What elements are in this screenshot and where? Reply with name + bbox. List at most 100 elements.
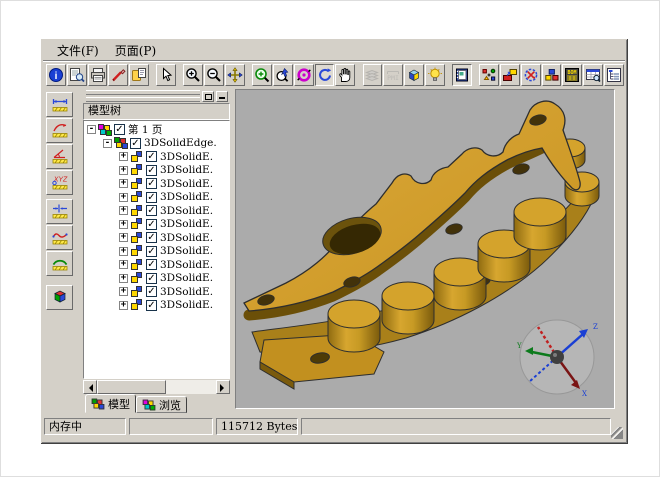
update-sync-button[interactable] (521, 64, 541, 86)
tree-row[interactable]: + ✓ 3DSolidE. (86, 258, 229, 272)
node-checkbox[interactable]: ✓ (114, 124, 125, 135)
svg-text:XYZ: XYZ (52, 177, 67, 184)
expand-toggle[interactable]: + (119, 274, 128, 283)
resize-grip[interactable] (611, 427, 623, 439)
node-checkbox[interactable]: ✓ (130, 138, 141, 149)
render-mode-button[interactable] (404, 64, 424, 86)
layers-button[interactable] (363, 64, 383, 86)
explode-view-button[interactable] (479, 64, 499, 86)
assembly-button[interactable] (542, 64, 562, 86)
3d-model-canvas[interactable]: Z X Y (236, 90, 614, 408)
tree-row[interactable]: - ✓ 第 1 页 (86, 123, 229, 137)
table-view-button[interactable] (583, 64, 603, 86)
notebook-button[interactable] (452, 64, 472, 86)
gizmo-z-label: Z (593, 323, 598, 331)
tree-row[interactable]: - ✓ 3DSolidEdge. (86, 137, 229, 151)
solid-properties-button[interactable] (46, 285, 73, 310)
node-checkbox[interactable]: ✓ (146, 232, 157, 243)
menu-page[interactable]: 页面(P) (107, 41, 164, 60)
tree-row[interactable]: + ✓ 3DSolidE. (86, 218, 229, 232)
info-button[interactable]: i (46, 64, 66, 86)
angle-dimension-button[interactable] (46, 144, 73, 169)
lighting-button[interactable] (425, 64, 445, 86)
toolbar-gap (46, 277, 74, 285)
zoom-window-button[interactable] (252, 64, 272, 86)
orbit-button[interactable] (294, 64, 314, 86)
scroll-right-button[interactable] (216, 380, 230, 394)
scroll-left-button[interactable] (83, 380, 97, 394)
tree-structure-button[interactable] (604, 64, 624, 86)
expand-toggle[interactable]: + (119, 301, 128, 310)
print-preview-button[interactable] (67, 64, 87, 86)
select-button[interactable] (156, 64, 176, 86)
tree-row[interactable]: + ✓ 3DSolidE. (86, 191, 229, 205)
distance-dimension-button[interactable] (46, 199, 73, 224)
node-checkbox[interactable]: ✓ (146, 178, 157, 189)
tree-row[interactable]: + ✓ 3DSolidE. (86, 231, 229, 245)
coordinate-dimension-button[interactable]: XYZ (46, 170, 73, 195)
part-node-icon (130, 205, 144, 217)
expand-toggle[interactable]: + (119, 193, 128, 202)
node-checkbox[interactable]: ✓ (146, 246, 157, 257)
bom-button[interactable]: BOM (562, 64, 582, 86)
expand-toggle[interactable]: + (119, 287, 128, 296)
model-tree[interactable]: - ✓ 第 1 页 - ✓ 3DSolidEdge. + ✓ 3DSolidE. (83, 120, 230, 379)
scrollbar-thumb[interactable] (97, 380, 166, 394)
panel-float-button[interactable] (202, 91, 214, 102)
expand-toggle[interactable]: + (119, 247, 128, 256)
panel-drag-grip[interactable] (86, 90, 200, 102)
node-checkbox[interactable]: ✓ (146, 273, 157, 284)
node-checkbox[interactable]: ✓ (146, 259, 157, 270)
markup-button[interactable] (108, 64, 128, 86)
node-label: 3DSolidE. (160, 205, 213, 217)
tab-browse[interactable]: 浏览 (136, 396, 187, 413)
expand-toggle[interactable]: - (87, 125, 96, 134)
tab-model[interactable]: 模型 (85, 394, 136, 413)
node-checkbox[interactable]: ✓ (146, 300, 157, 311)
expand-toggle[interactable]: + (119, 233, 128, 242)
expand-toggle[interactable]: + (119, 166, 128, 175)
radius-dimension-button[interactable] (46, 118, 73, 143)
linear-dimension-icon (51, 94, 69, 115)
tree-row[interactable]: + ✓ 3DSolidE. (86, 245, 229, 259)
panel-hide-button[interactable] (216, 91, 228, 102)
pmi-button[interactable]: PMI (383, 64, 403, 86)
expand-toggle[interactable]: + (119, 260, 128, 269)
expand-toggle[interactable]: - (103, 139, 112, 148)
pan-hand-button[interactable] (335, 64, 355, 86)
expand-toggle[interactable]: + (119, 179, 128, 188)
menu-file[interactable]: 文件(F) (49, 41, 107, 60)
zoom-in-button[interactable] (183, 64, 203, 86)
hand-icon (337, 67, 353, 83)
node-checkbox[interactable]: ✓ (146, 192, 157, 203)
print-button[interactable] (88, 64, 108, 86)
tree-row[interactable]: + ✓ 3DSolidE. (86, 285, 229, 299)
tree-row[interactable]: + ✓ 3DSolidE. (86, 177, 229, 191)
linear-dimension-button[interactable] (46, 92, 73, 117)
orientation-gizmo: Z X Y (516, 320, 598, 398)
tree-row[interactable]: + ✓ 3DSolidE. (86, 204, 229, 218)
node-checkbox[interactable]: ✓ (146, 205, 157, 216)
node-checkbox[interactable]: ✓ (146, 165, 157, 176)
curve-dimension-button[interactable] (46, 225, 73, 250)
export-pages-button[interactable] (129, 64, 149, 86)
zoom-dynamic-button[interactable] (273, 64, 293, 86)
tree-row[interactable]: + ✓ 3DSolidE. (86, 164, 229, 178)
node-label: 3DSolidEdge. (144, 137, 217, 149)
expand-toggle[interactable]: + (119, 220, 128, 229)
expand-toggle[interactable]: + (119, 206, 128, 215)
tree-row[interactable]: + ✓ 3DSolidE. (86, 299, 229, 313)
rotate-3d-button[interactable] (315, 64, 335, 86)
arc-dimension-button[interactable] (46, 251, 73, 276)
node-checkbox[interactable]: ✓ (146, 151, 157, 162)
expand-toggle[interactable]: + (119, 152, 128, 161)
node-checkbox[interactable]: ✓ (146, 286, 157, 297)
tree-row[interactable]: + ✓ 3DSolidE. (86, 150, 229, 164)
pan-button[interactable] (225, 64, 245, 86)
viewport-3d[interactable]: Z X Y (235, 89, 615, 409)
node-checkbox[interactable]: ✓ (146, 219, 157, 230)
presentation-button[interactable] (500, 64, 520, 86)
tree-row[interactable]: + ✓ 3DSolidE. (86, 272, 229, 286)
scrollbar-track[interactable] (97, 380, 216, 394)
zoom-out-button[interactable] (204, 64, 224, 86)
